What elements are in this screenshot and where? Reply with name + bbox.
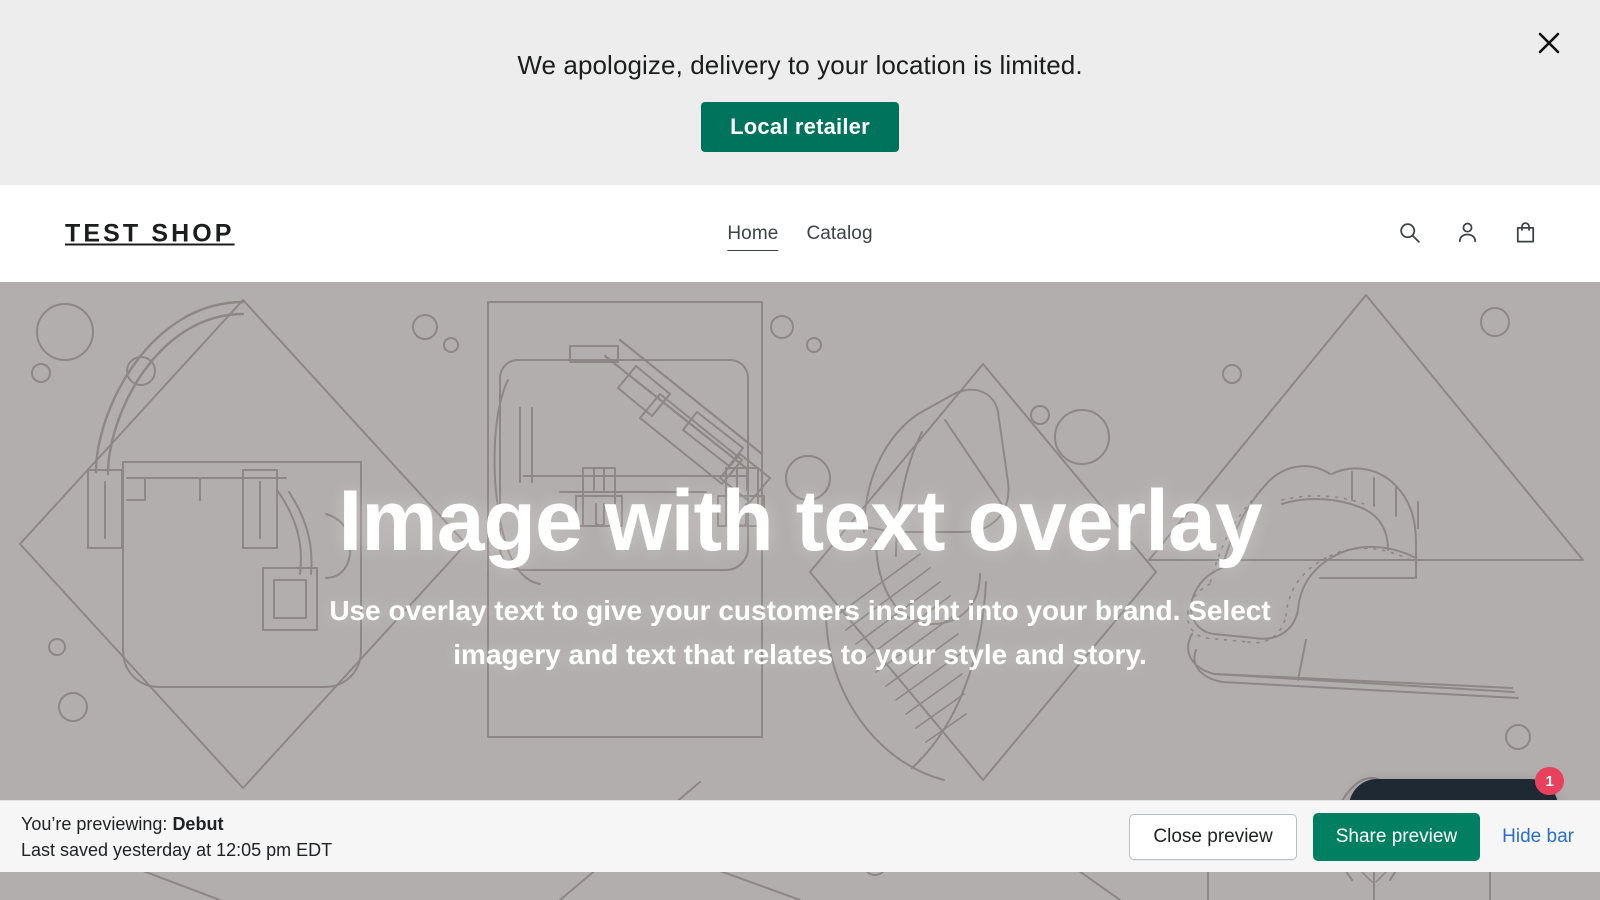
nav-link-home[interactable]: Home [727,223,779,251]
preview-actions: Close preview Share preview Hide bar [1129,812,1580,861]
header-icon-group [1392,217,1542,251]
storefront-preview-page: We apologize, delivery to your location … [0,0,1600,900]
announcement-bar: We apologize, delivery to your location … [0,0,1600,185]
theme-preview-bar: You’re previewing: Debut Last saved yest… [0,800,1600,872]
preview-info: You’re previewing: Debut Last saved yest… [21,810,332,862]
search-button[interactable] [1392,217,1426,251]
announcement-close-button[interactable] [1528,22,1570,64]
previewing-theme-name: Debut [172,813,224,834]
main-navigation: Home Catalog [727,223,873,251]
hide-bar-button[interactable]: Hide bar [1496,822,1580,852]
account-button[interactable] [1450,217,1484,251]
cart-icon [1513,220,1538,248]
hero-subtitle: Use overlay text to give your customers … [329,595,1271,670]
hero-title: Image with text overlay [338,473,1262,570]
close-preview-button[interactable]: Close preview [1129,813,1297,860]
close-icon [1536,30,1562,56]
previewing-prefix: You’re previewing: [21,813,173,834]
nav-link-catalog[interactable]: Catalog [806,223,872,250]
announcement-content: We apologize, delivery to your location … [0,0,1600,153]
announcement-message: We apologize, delivery to your location … [517,50,1083,80]
share-preview-button[interactable]: Share preview [1312,812,1481,861]
last-saved-line: Last saved yesterday at 12:05 pm EDT [21,839,333,860]
shop-logo[interactable]: TEST SHOP [65,219,235,248]
previewing-line: You’re previewing: Debut [21,810,332,836]
site-header: TEST SHOP Home Catalog [0,185,1600,282]
search-icon [1397,220,1422,248]
local-retailer-button[interactable]: Local retailer [701,102,899,153]
chat-unread-badge: 1 [1535,767,1564,795]
cart-button[interactable] [1508,217,1542,251]
account-icon [1455,220,1480,248]
